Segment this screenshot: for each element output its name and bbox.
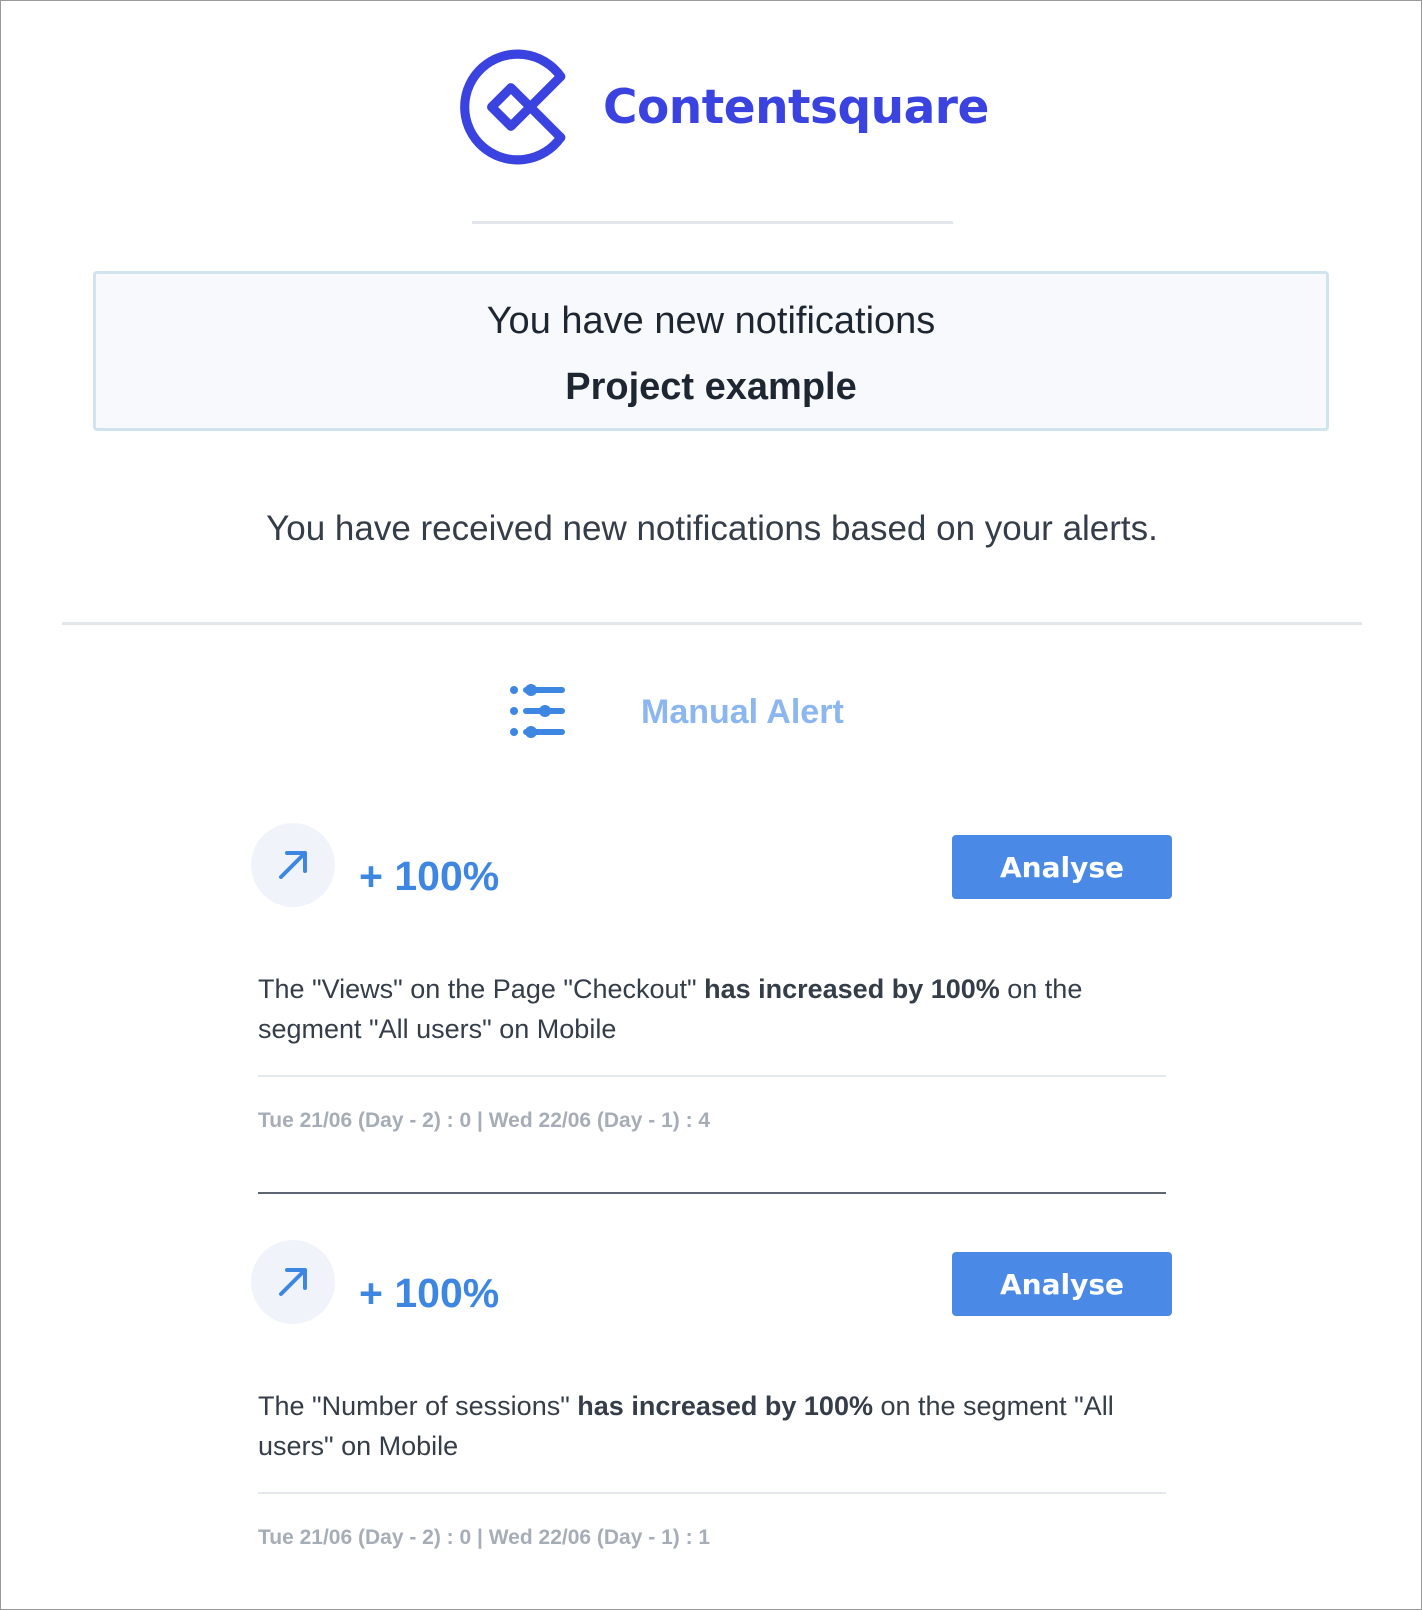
sliders-icon bbox=[510, 684, 565, 738]
brand-name: Contentsquare bbox=[603, 79, 989, 135]
contentsquare-logo-icon bbox=[460, 49, 566, 165]
notification-banner: You have new notifications Project examp… bbox=[93, 271, 1329, 431]
alert-description: The "Number of sessions" has increased b… bbox=[258, 1386, 1158, 1466]
alert-description: The "Views" on the Page "Checkout" has i… bbox=[258, 969, 1158, 1049]
analyse-button[interactable]: Analyse bbox=[952, 1252, 1172, 1316]
email-frame: Contentsquare You have new notifications… bbox=[0, 0, 1422, 1610]
project-name: Project example bbox=[565, 366, 857, 408]
trend-badge bbox=[251, 823, 335, 907]
alert-group-title: Manual Alert bbox=[641, 693, 844, 731]
arrow-up-right-icon bbox=[279, 851, 307, 879]
section-divider bbox=[62, 622, 1362, 625]
header-divider bbox=[472, 221, 953, 224]
notification-title: You have new notifications bbox=[486, 300, 936, 342]
description-text: The "Number of sessions" bbox=[258, 1391, 578, 1421]
brand-logo[interactable]: Contentsquare bbox=[455, 45, 989, 169]
alert-separator bbox=[258, 1192, 1166, 1194]
alert-history: Tue 21/06 (Day - 2) : 0 | Wed 22/06 (Day… bbox=[258, 1526, 711, 1549]
alert-history: Tue 21/06 (Day - 2) : 0 | Wed 22/06 (Day… bbox=[258, 1109, 711, 1132]
item-divider bbox=[258, 1075, 1166, 1077]
change-value: + 100% bbox=[359, 1270, 500, 1316]
description-emphasis: has increased by 100% bbox=[577, 1391, 873, 1421]
item-divider bbox=[258, 1492, 1166, 1494]
arrow-up-right-icon bbox=[279, 1268, 307, 1296]
trend-badge bbox=[251, 1240, 335, 1324]
description-emphasis: has increased by 100% bbox=[704, 974, 1000, 1004]
change-value: + 100% bbox=[359, 853, 500, 899]
intro-text: You have received new notifications base… bbox=[266, 509, 1158, 548]
description-text: The "Views" on the Page "Checkout" bbox=[258, 974, 705, 1004]
analyse-button[interactable]: Analyse bbox=[952, 835, 1172, 899]
